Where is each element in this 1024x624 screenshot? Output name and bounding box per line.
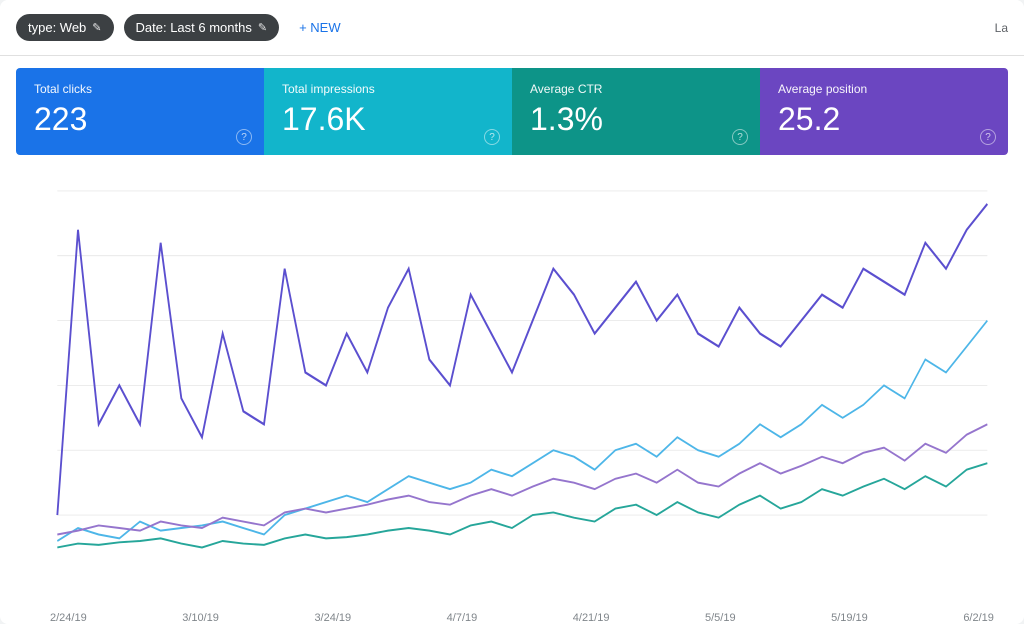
ctr-help-icon[interactable]: ? [732, 129, 748, 145]
type-filter-pill[interactable]: type: Web ✎ [16, 14, 114, 41]
date-filter-edit-icon: ✎ [258, 21, 267, 34]
position-label: Average position [778, 82, 990, 96]
chart-svg [16, 165, 1008, 606]
x-axis-labels: 2/24/19 3/10/19 3/24/19 4/7/19 4/21/19 5… [0, 610, 1024, 624]
metrics-row: Total clicks 223 ? Total impressions 17.… [16, 68, 1008, 155]
x-label-0: 2/24/19 [50, 612, 87, 624]
x-label-7: 6/2/19 [963, 612, 994, 624]
clicks-help-icon[interactable]: ? [236, 129, 252, 145]
position-card[interactable]: Average position 25.2 ? [760, 68, 1008, 155]
ctr-value: 1.3% [530, 102, 742, 137]
clicks-card[interactable]: Total clicks 223 ? [16, 68, 264, 155]
impressions-value: 17.6K [282, 102, 494, 137]
ctr-card[interactable]: Average CTR 1.3% ? [512, 68, 760, 155]
impressions-label: Total impressions [282, 82, 494, 96]
x-label-4: 4/21/19 [573, 612, 610, 624]
type-filter-edit-icon: ✎ [92, 21, 101, 34]
ctr-label: Average CTR [530, 82, 742, 96]
new-button-label: + NEW [299, 20, 341, 35]
clicks-label: Total clicks [34, 82, 246, 96]
main-screen: type: Web ✎ Date: Last 6 months ✎ + NEW … [0, 0, 1024, 624]
new-button[interactable]: + NEW [289, 14, 351, 41]
type-filter-label: type: Web [28, 20, 86, 35]
x-label-5: 5/5/19 [705, 612, 736, 624]
toolbar-right-label: La [995, 21, 1008, 35]
position-value: 25.2 [778, 102, 990, 137]
impressions-card[interactable]: Total impressions 17.6K ? [264, 68, 512, 155]
date-filter-label: Date: Last 6 months [136, 20, 252, 35]
chart-area [0, 155, 1024, 610]
x-label-1: 3/10/19 [182, 612, 219, 624]
x-label-2: 3/24/19 [314, 612, 351, 624]
impressions-help-icon[interactable]: ? [484, 129, 500, 145]
position-help-icon[interactable]: ? [980, 129, 996, 145]
clicks-value: 223 [34, 102, 246, 137]
x-label-3: 4/7/19 [447, 612, 478, 624]
x-label-6: 5/19/19 [831, 612, 868, 624]
date-filter-pill[interactable]: Date: Last 6 months ✎ [124, 14, 280, 41]
toolbar: type: Web ✎ Date: Last 6 months ✎ + NEW … [0, 0, 1024, 56]
